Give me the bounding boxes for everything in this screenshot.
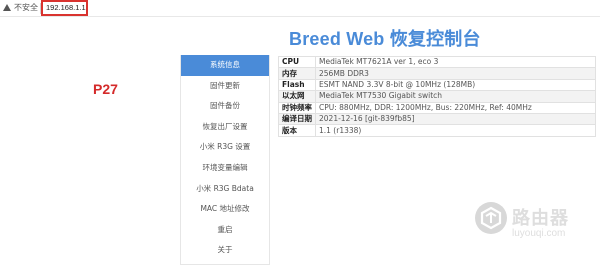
info-key: 时钟频率 (278, 101, 316, 114)
sidebar-item-mac-address[interactable]: MAC 地址修改 (181, 199, 269, 220)
info-key: 以太网 (278, 90, 316, 103)
table-row: Flash ESMT NAND 3.3V 8-bit @ 10MHz (128M… (278, 78, 596, 92)
info-value: 256MB DDR3 (315, 67, 596, 80)
sidebar-item-r3g-bdata[interactable]: 小米 R3G Bdata (181, 179, 269, 200)
sidebar-item-factory-reset[interactable]: 恢复出厂设置 (181, 117, 269, 138)
page-title: Breed Web 恢复控制台 (289, 29, 481, 49)
sidebar-menu: 系统信息 固件更新 固件备份 恢复出厂设置 小米 R3G 设置 环境变量编辑 小… (180, 55, 270, 265)
warning-icon (3, 4, 11, 11)
table-row: CPU MediaTek MT7621A ver 1, eco 3 (278, 55, 596, 69)
info-value: MediaTek MT7530 Gigabit switch (315, 90, 596, 103)
info-key: 版本 (278, 124, 316, 137)
sidebar-item-reboot[interactable]: 重启 (181, 220, 269, 241)
watermark-logo-icon (475, 202, 507, 234)
info-key: CPU (278, 55, 316, 69)
watermark-subtext: luyouqi.com (512, 228, 566, 239)
info-value: MediaTek MT7621A ver 1, eco 3 (315, 55, 596, 69)
watermark-text: 路由器 (512, 208, 569, 229)
security-indicator[interactable]: 不安全 (3, 3, 38, 13)
table-row: 版本 1.1 (r1338) (278, 124, 596, 137)
table-row: 时钟频率 CPU: 880MHz, DDR: 1200MHz, Bus: 220… (278, 101, 596, 114)
sidebar-item-firmware-update[interactable]: 固件更新 (181, 76, 269, 97)
sidebar-item-r3g-settings[interactable]: 小米 R3G 设置 (181, 137, 269, 158)
sidebar-item-firmware-backup[interactable]: 固件备份 (181, 96, 269, 117)
address-bar: 不安全 192.168.1.1 (0, 0, 600, 17)
sidebar-item-env-editor[interactable]: 环境变量编辑 (181, 158, 269, 179)
system-info-table: CPU MediaTek MT7621A ver 1, eco 3 内存 256… (278, 55, 596, 137)
info-value: CPU: 880MHz, DDR: 1200MHz, Bus: 220MHz, … (315, 101, 596, 114)
info-value: 1.1 (r1338) (315, 124, 596, 137)
annotation-label: P27 (93, 81, 118, 97)
url-input[interactable]: 192.168.1.1 (41, 0, 88, 16)
info-value: ESMT NAND 3.3V 8-bit @ 10MHz (128MB) (315, 78, 596, 92)
info-key: Flash (278, 78, 316, 92)
table-row: 内存 256MB DDR3 (278, 67, 596, 80)
sidebar-item-about[interactable]: 关于 (181, 240, 269, 261)
sidebar-item-system-info[interactable]: 系统信息 (181, 55, 269, 76)
info-key: 编译日期 (278, 112, 316, 126)
info-key: 内存 (278, 67, 316, 80)
info-value: 2021-12-16 [git-839fb85] (315, 112, 596, 126)
table-row: 编译日期 2021-12-16 [git-839fb85] (278, 112, 596, 126)
security-label: 不安全 (14, 3, 38, 12)
table-row: 以太网 MediaTek MT7530 Gigabit switch (278, 90, 596, 103)
